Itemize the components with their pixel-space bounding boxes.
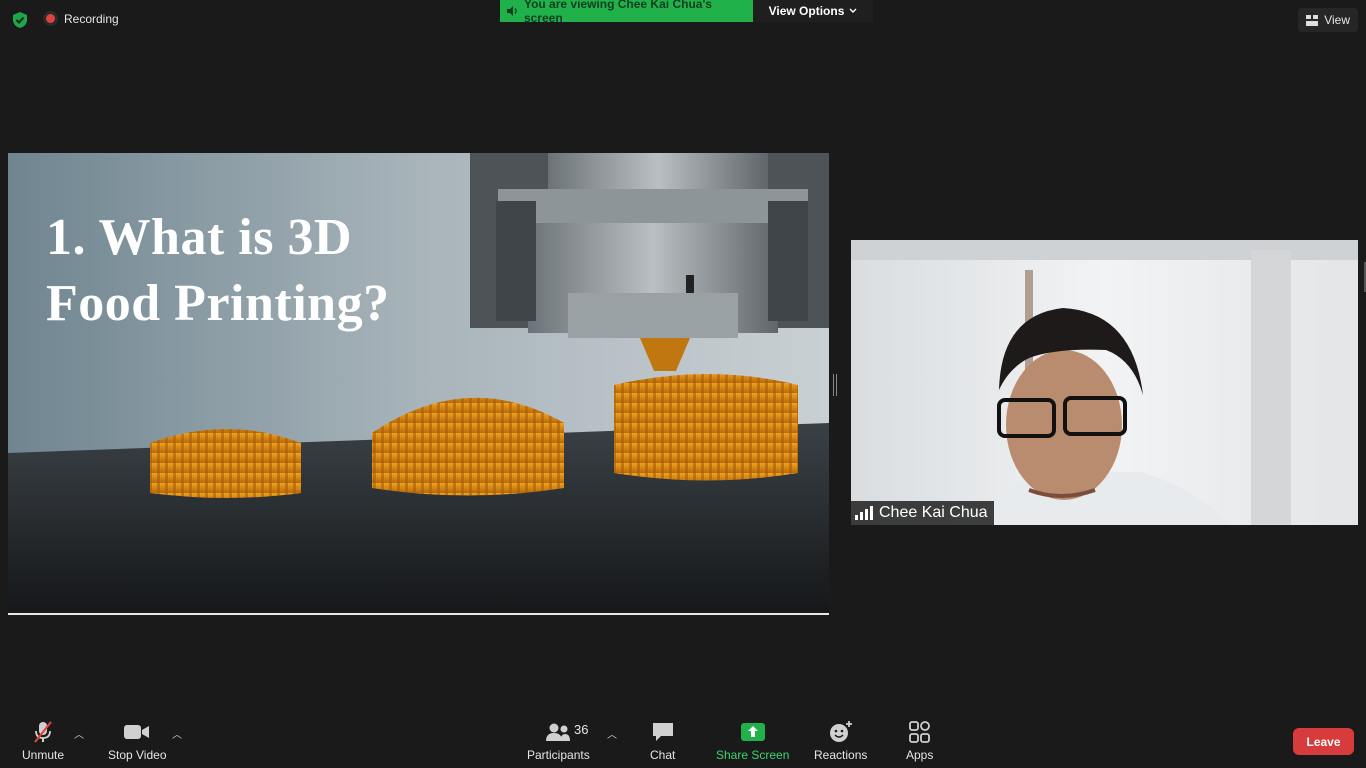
video-camera-icon	[124, 725, 150, 739]
zoom-meeting-window: Recording You are viewing Chee Kai Chua'…	[0, 0, 1366, 768]
security-shield-icon[interactable]	[11, 11, 29, 29]
unmute-button[interactable]: Unmute	[22, 720, 64, 762]
stop-video-button[interactable]: Stop Video	[108, 720, 167, 762]
view-label: View	[1324, 13, 1350, 27]
grid-view-icon	[1306, 14, 1319, 26]
share-screen-label: Share Screen	[716, 748, 790, 762]
participants-icon	[546, 723, 571, 741]
view-options-button[interactable]: View Options	[753, 0, 873, 22]
connection-signal-icon	[855, 506, 873, 520]
speaker-icon	[506, 6, 517, 16]
participants-label: Participants	[527, 748, 590, 762]
recording-indicator[interactable]: Recording	[43, 11, 119, 26]
apps-icon	[908, 721, 930, 743]
participants-count: 36	[574, 722, 589, 737]
recording-label: Recording	[64, 11, 119, 26]
chat-bubble-icon	[652, 723, 673, 741]
smiley-plus-icon	[829, 721, 852, 742]
share-screen-icon	[740, 723, 765, 741]
recording-icon	[43, 11, 58, 26]
view-options-label: View Options	[768, 4, 845, 18]
chat-button[interactable]: Chat	[650, 720, 675, 762]
muted-microphone-icon	[34, 721, 52, 743]
apps-button[interactable]: Apps	[906, 720, 933, 762]
slide-title: 1. What is 3D Food Printing?	[46, 205, 390, 337]
slide-title-line-1: 1. What is 3D	[46, 209, 353, 266]
share-screen-button[interactable]: Share Screen	[716, 720, 789, 762]
meeting-toolbar: Unmute ︿ Stop Video ︿ Participants 36 ︿ …	[0, 712, 1366, 768]
unmute-label: Unmute	[22, 748, 65, 762]
reactions-label: Reactions	[814, 748, 868, 762]
participants-options-chevron-icon[interactable]: ︿	[607, 726, 617, 741]
viewing-banner-text: You are viewing Chee Kai Chua's screen	[523, 0, 712, 25]
split-view-drag-handle[interactable]	[833, 374, 837, 396]
participant-video-feed	[851, 240, 1358, 525]
audio-options-chevron-icon[interactable]: ︿	[74, 726, 84, 741]
view-button[interactable]: View	[1298, 8, 1358, 32]
chevron-down-icon	[849, 8, 857, 13]
participant-name-tag: Chee Kai Chua	[851, 501, 994, 525]
slide-title-line-2: Food Printing?	[46, 275, 390, 332]
viewing-banner: You are viewing Chee Kai Chua's screen	[500, 0, 753, 25]
video-options-chevron-icon[interactable]: ︿	[172, 726, 182, 741]
chat-label: Chat	[650, 748, 676, 762]
apps-label: Apps	[906, 748, 934, 762]
participant-name: Chee Kai Chua	[879, 504, 988, 521]
stop-video-label: Stop Video	[108, 748, 167, 762]
leave-button[interactable]: Leave	[1293, 728, 1354, 755]
leave-label: Leave	[1306, 734, 1341, 749]
reactions-button[interactable]: Reactions	[814, 720, 867, 762]
participant-video-tile[interactable]: Chee Kai Chua	[851, 240, 1358, 525]
shared-screen[interactable]: 1. What is 3D Food Printing?	[8, 153, 829, 615]
